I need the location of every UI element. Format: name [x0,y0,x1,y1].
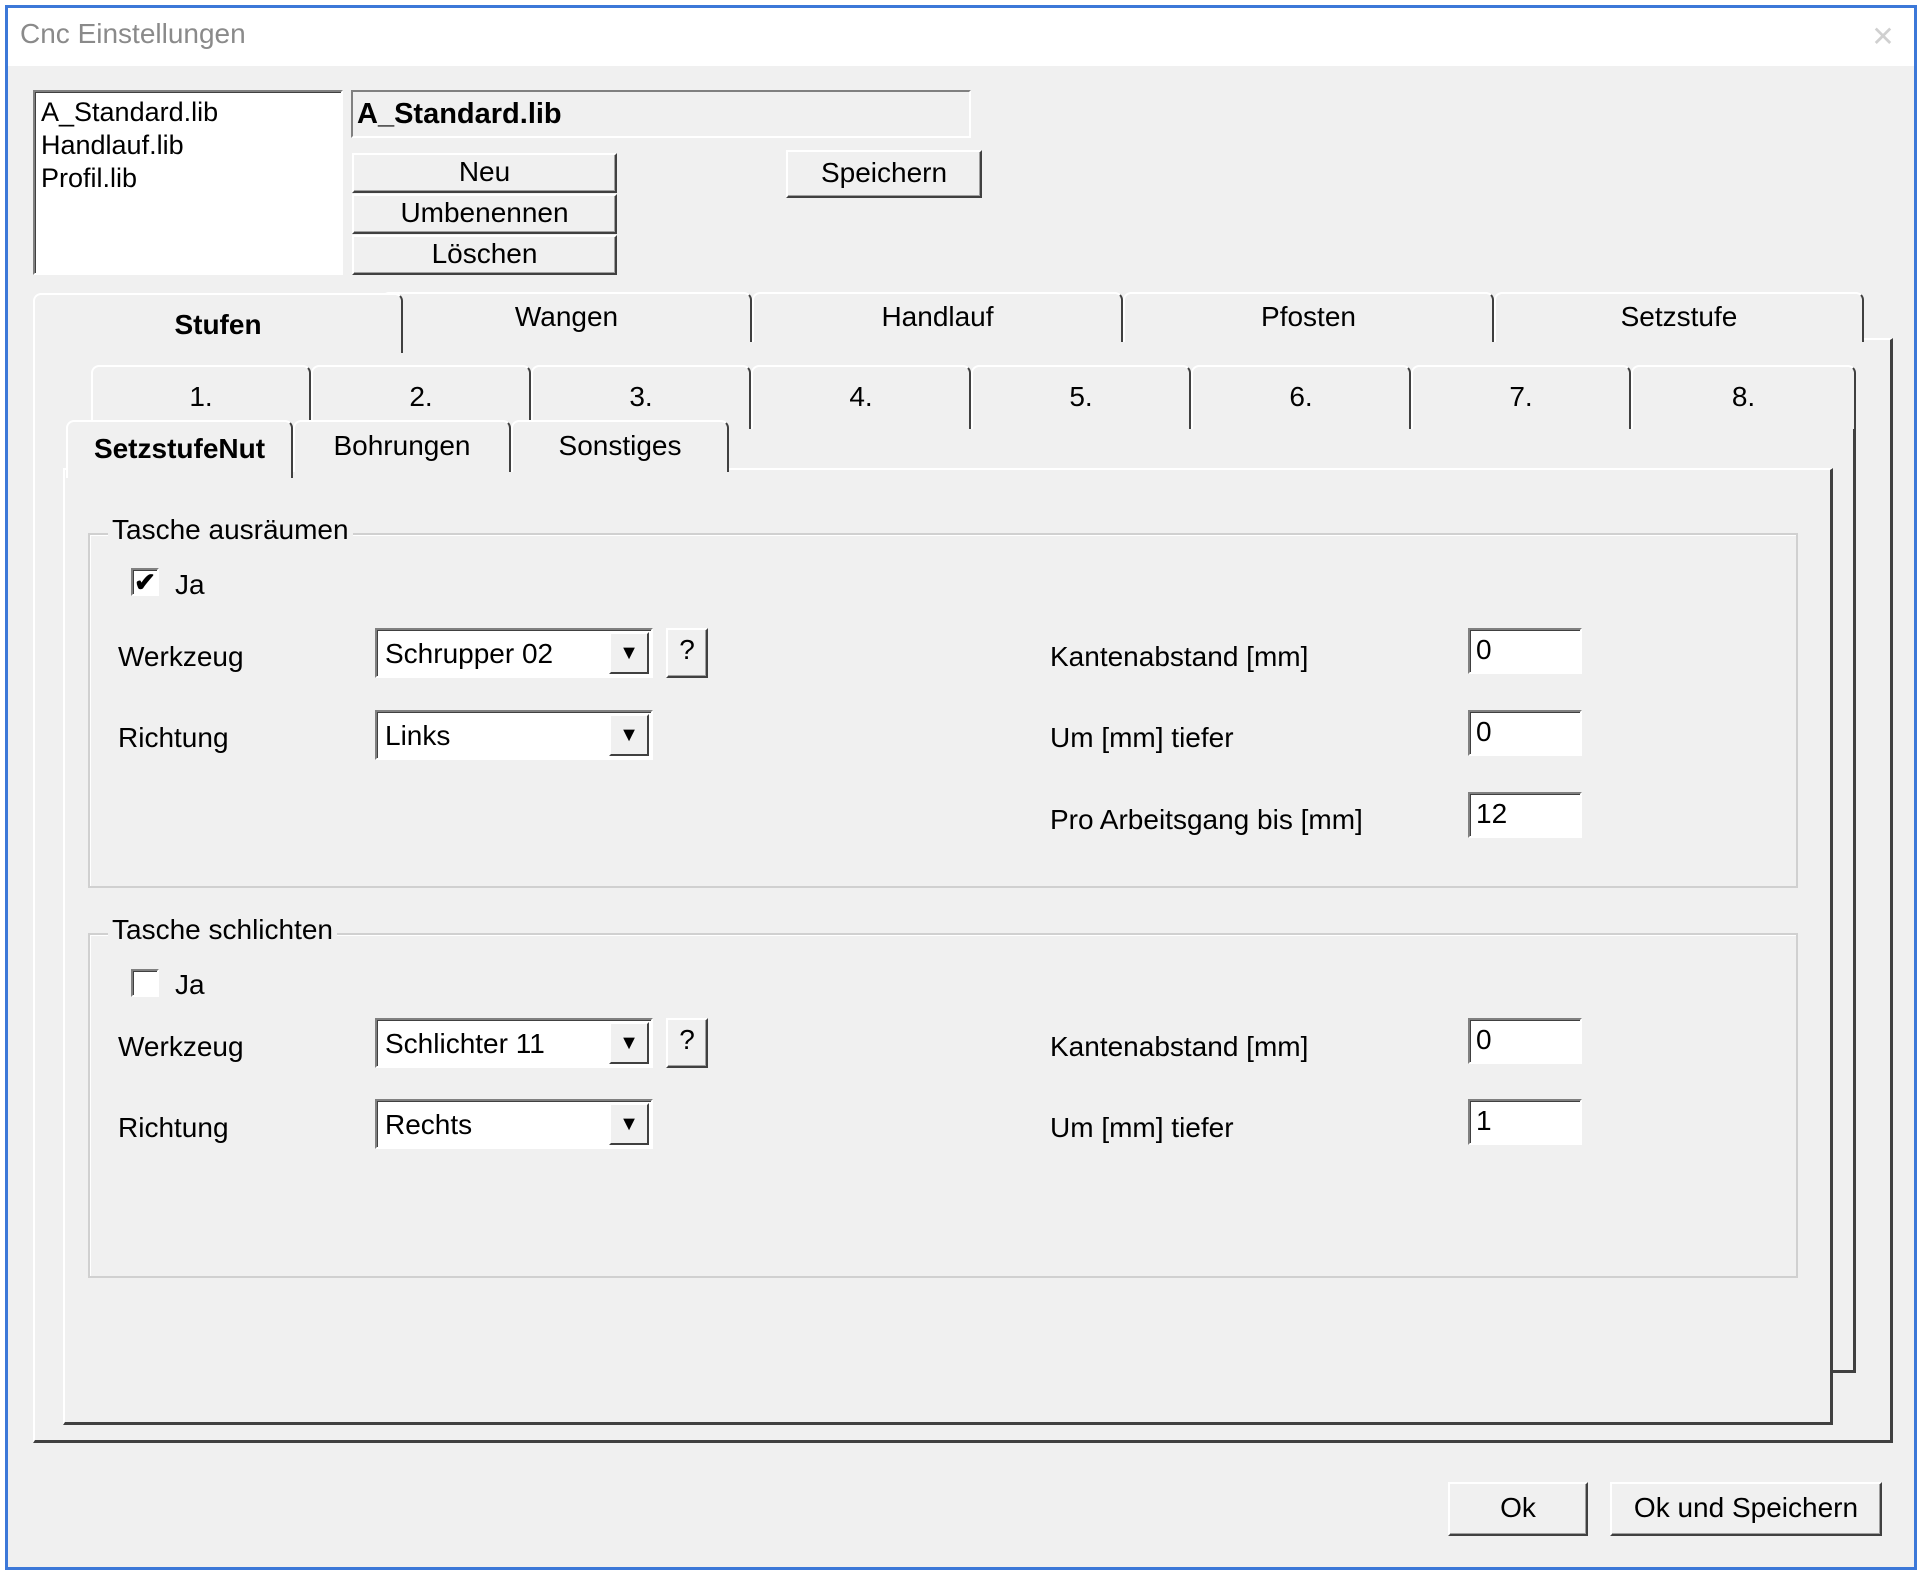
richtung-label: Richtung [118,722,229,753]
tab-step-6[interactable]: 6. [1191,365,1411,429]
delete-button[interactable]: Löschen [352,235,617,275]
select-value: Links [385,720,451,751]
ok-button[interactable]: Ok [1448,1482,1588,1536]
close-icon[interactable]: ✕ [1862,16,1904,58]
tab-bohrungen[interactable]: Bohrungen [293,420,511,472]
list-item[interactable]: Handlauf.lib [41,129,335,162]
richtung-select[interactable]: Links ▼ [375,710,653,760]
richtung-label: Richtung [118,1112,229,1143]
tab-step-5[interactable]: 5. [971,365,1191,429]
title-bar: Cnc Einstellungen ✕ [8,8,1914,66]
tab-setzstufenut[interactable]: SetzstufeNut [66,420,293,478]
werkzeug-select[interactable]: Schrupper 02 ▼ [375,628,653,678]
werkzeug-label: Werkzeug [118,641,244,672]
select-value: Schlichter 11 [385,1028,545,1059]
kantenabstand-field[interactable]: 0 [1468,1018,1582,1064]
tab-step-4[interactable]: 4. [751,365,971,429]
chevron-down-icon[interactable]: ▼ [609,632,649,674]
tab-step-8[interactable]: 8. [1631,365,1856,429]
library-name-field[interactable]: A_Standard.lib [351,90,971,138]
werkzeug-label: Werkzeug [118,1031,244,1062]
kantenabstand-field[interactable]: 0 [1468,628,1582,674]
tiefer-label: Um [mm] tiefer [1050,722,1234,753]
tiefer-field[interactable]: 1 [1468,1099,1582,1145]
tab-setzstufe[interactable]: Setzstufe [1494,292,1864,342]
list-item[interactable]: Profil.lib [41,162,335,195]
kantenabstand-label: Kantenabstand [mm] [1050,1031,1309,1062]
tab-step-7[interactable]: 7. [1411,365,1631,429]
save-button[interactable]: Speichern [786,150,982,198]
select-value: Schrupper 02 [385,638,554,669]
chevron-down-icon[interactable]: ▼ [609,714,649,756]
tool-help-button[interactable]: ? [666,1018,708,1068]
tiefer-field[interactable]: 0 [1468,710,1582,756]
checkbox-label: Ja [175,569,205,600]
chevron-down-icon[interactable]: ▼ [609,1022,649,1064]
chevron-down-icon[interactable]: ▼ [609,1103,649,1145]
tab-handlauf[interactable]: Handlauf [752,292,1123,342]
kantenabstand-label: Kantenabstand [mm] [1050,641,1309,672]
dialog-window: Cnc Einstellungen ✕ A_Standard.lib Handl… [5,5,1917,1570]
window-title: Cnc Einstellungen [20,18,246,49]
tiefer-label: Um [mm] tiefer [1050,1112,1234,1143]
arbeitsgang-field[interactable]: 12 [1468,792,1582,838]
select-value: Rechts [385,1109,473,1140]
new-button[interactable]: Neu [352,153,617,193]
ok-save-button[interactable]: Ok und Speichern [1610,1482,1882,1536]
tab-stufen[interactable]: Stufen [33,293,403,353]
check-icon: ✔ [134,567,156,597]
arbeitsgang-label: Pro Arbeitsgang bis [mm] [1050,804,1363,835]
richtung-select[interactable]: Rechts ▼ [375,1099,653,1149]
tool-help-button[interactable]: ? [666,628,708,678]
list-item[interactable]: A_Standard.lib [41,96,335,129]
library-list[interactable]: A_Standard.lib Handlauf.lib Profil.lib [33,90,343,275]
rename-button[interactable]: Umbenennen [352,194,617,234]
tab-pfosten[interactable]: Pfosten [1123,292,1494,342]
ja-checkbox[interactable] [131,969,159,997]
tab-wangen[interactable]: Wangen [381,292,752,342]
group-title: Tasche schlichten [108,914,338,946]
checkbox-label: Ja [175,969,205,1000]
tab-sonstiges[interactable]: Sonstiges [511,420,729,472]
group-title: Tasche ausräumen [108,514,353,546]
ja-checkbox[interactable]: ✔ [131,568,159,596]
werkzeug-select[interactable]: Schlichter 11 ▼ [375,1018,653,1068]
